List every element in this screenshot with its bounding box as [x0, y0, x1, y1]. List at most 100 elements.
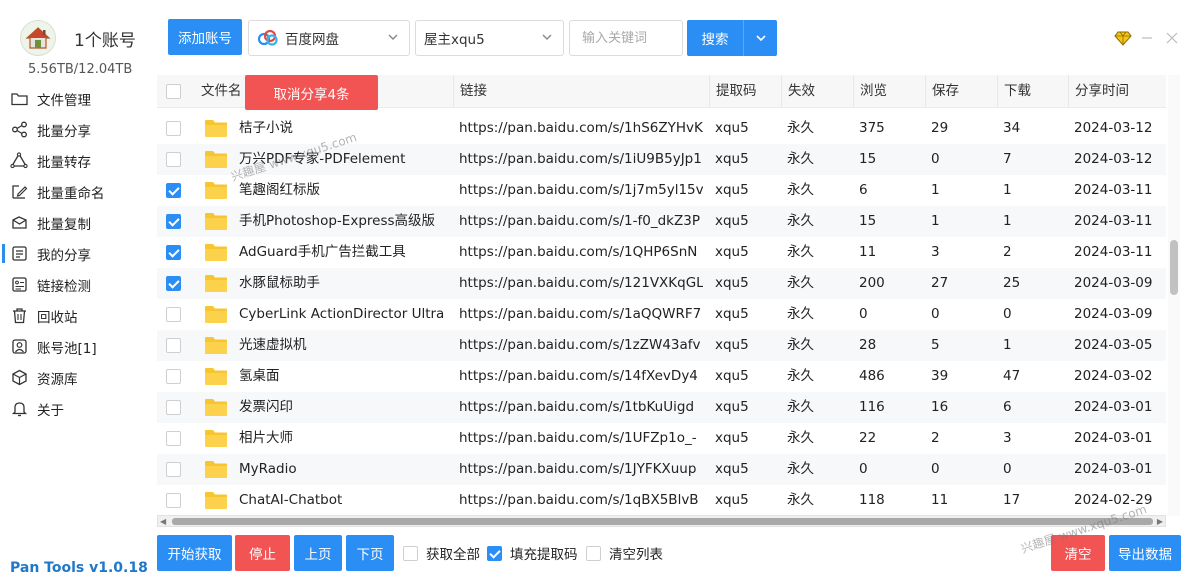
diamond-icon[interactable] [1113, 28, 1133, 48]
vertical-scroll-thumb[interactable] [1170, 240, 1178, 295]
table-row[interactable]: CyberLink ActionDirector Ultra https://pa… [157, 299, 1166, 330]
sidebar-item[interactable]: 批量复制 [0, 207, 152, 238]
table-row[interactable]: 光速虚拟机 https://pan.baidu.com/s/1zZW43afv xq… [157, 330, 1166, 361]
cancel-share-button[interactable]: 取消分享4条 [245, 75, 378, 110]
fetch-all-checkbox[interactable] [403, 545, 418, 561]
sidebar-item[interactable]: 资源库 [0, 362, 152, 393]
sidebar-item[interactable]: 链接检测 [0, 269, 152, 300]
sidebar-item[interactable]: 我的分享 [0, 238, 152, 269]
header-expire[interactable]: 失效 [781, 75, 815, 108]
cell-link[interactable]: https://pan.baidu.com/s/1JYFKXuup [459, 454, 703, 485]
pan-select-value: 百度网盘 [285, 32, 339, 48]
table-row[interactable]: ChatAI-Chatbot https://pan.baidu.com/s/1q… [157, 485, 1166, 516]
fill-code-option[interactable]: 填充提取码 [487, 543, 578, 563]
row-checkbox[interactable] [166, 462, 181, 477]
clear-list-option[interactable]: 清空列表 [586, 543, 663, 563]
chevron-down-icon [387, 31, 399, 47]
header-saves[interactable]: 保存 [925, 75, 959, 108]
clear-button[interactable]: 清空 [1051, 535, 1105, 571]
cell-link[interactable]: https://pan.baidu.com/s/14fXevDy4 [459, 361, 703, 392]
start-fetch-button[interactable]: 开始获取 [157, 535, 232, 571]
sidebar-item[interactable]: 回收站 [0, 300, 152, 331]
header-link[interactable]: 链接 [453, 75, 487, 108]
sidebar-item[interactable]: 文件管理 [0, 83, 152, 114]
row-checkbox[interactable] [166, 183, 181, 198]
horizontal-scrollbar[interactable]: ◀ ▶ [157, 515, 1166, 527]
row-checkbox[interactable] [166, 400, 181, 415]
row-checkbox[interactable] [166, 369, 181, 384]
cell-link[interactable]: https://pan.baidu.com/s/1qBX5BlvB [459, 485, 703, 516]
sidebar-item[interactable]: 账号池[1] [0, 331, 152, 362]
next-page-button[interactable]: 下页 [346, 535, 394, 571]
table-row[interactable]: 发票闪印 https://pan.baidu.com/s/1tbKuUigd xqu… [157, 392, 1166, 423]
table-row[interactable]: 氢桌面 https://pan.baidu.com/s/14fXevDy4 xqu5… [157, 361, 1166, 392]
table-row[interactable]: 桔子小说 https://pan.baidu.com/s/1hS6ZYHvK xqu… [157, 113, 1166, 144]
cell-expire: 永久 [787, 213, 814, 229]
row-checkbox[interactable] [166, 214, 181, 229]
folder-icon [204, 491, 228, 510]
table-row[interactable]: MyRadio https://pan.baidu.com/s/1JYFKXuup… [157, 454, 1166, 485]
scroll-right-icon[interactable]: ▶ [1157, 517, 1163, 526]
cell-expire: 永久 [787, 461, 814, 477]
select-all-checkbox[interactable] [166, 84, 181, 99]
row-checkbox[interactable] [166, 276, 181, 291]
cell-link[interactable]: https://pan.baidu.com/s/1zZW43afv [459, 330, 703, 361]
row-checkbox[interactable] [166, 121, 181, 136]
row-checkbox[interactable] [166, 307, 181, 322]
export-data-button[interactable]: 导出数据 [1109, 535, 1181, 571]
sidebar-item[interactable]: 批量转存 [0, 145, 152, 176]
cell-link[interactable]: https://pan.baidu.com/s/1QHP6SnN [459, 237, 703, 268]
account-header[interactable]: 1个账号 [20, 20, 136, 56]
row-checkbox[interactable] [166, 245, 181, 260]
header-share-time[interactable]: 分享时间 [1068, 75, 1129, 108]
sidebar-item[interactable]: 关于 [0, 393, 152, 424]
row-checkbox[interactable] [166, 493, 181, 508]
account-pool-icon [10, 338, 28, 356]
fetch-all-label: 获取全部 [426, 547, 480, 563]
header-downloads[interactable]: 下载 [997, 75, 1031, 108]
row-checkbox[interactable] [166, 431, 181, 446]
add-account-button[interactable]: 添加账号 [168, 19, 242, 55]
table-row[interactable]: 手机Photoshop-Express高级版 https://pan.baidu.… [157, 206, 1166, 237]
account-name: 1个账号 [74, 30, 136, 51]
header-code[interactable]: 提取码 [709, 75, 757, 108]
table-row[interactable]: 水豚鼠标助手 https://pan.baidu.com/s/121VXKqGL x… [157, 268, 1166, 299]
sidebar-item[interactable]: 批量分享 [0, 114, 152, 145]
cell-link[interactable]: https://pan.baidu.com/s/1j7m5yl15v [459, 175, 703, 206]
stop-button[interactable]: 停止 [235, 535, 290, 571]
cell-link[interactable]: https://pan.baidu.com/s/1hS6ZYHvK [459, 113, 703, 144]
cell-link[interactable]: https://pan.baidu.com/s/1aQQWRF7 [459, 299, 703, 330]
cell-filename: 笔趣阁红标版 [239, 182, 320, 198]
search-input[interactable] [569, 20, 683, 56]
cell-link[interactable]: https://pan.baidu.com/s/121VXKqGL [459, 268, 703, 299]
header-filename[interactable]: 文件名 [195, 75, 242, 108]
prev-page-button[interactable]: 上页 [294, 535, 342, 571]
cell-link[interactable]: https://pan.baidu.com/s/1UFZp1o_- [459, 423, 703, 454]
close-icon[interactable] [1162, 28, 1182, 48]
search-button[interactable]: 搜索 [687, 20, 743, 56]
cell-share-time: 2024-03-01 [1074, 461, 1153, 477]
minimize-icon[interactable] [1137, 28, 1157, 48]
search-dropdown-button[interactable] [743, 20, 777, 56]
pan-select[interactable]: 百度网盘 [248, 20, 410, 56]
table-row[interactable]: AdGuard手机广告拦截工具 https://pan.baidu.com/s/1… [157, 237, 1166, 268]
row-checkbox[interactable] [166, 152, 181, 167]
scroll-left-icon[interactable]: ◀ [160, 517, 166, 526]
user-select[interactable]: 屋主xqu5 [415, 20, 564, 56]
cell-link[interactable]: https://pan.baidu.com/s/1-f0_dkZ3P [459, 206, 703, 237]
row-checkbox[interactable] [166, 338, 181, 353]
header-views[interactable]: 浏览 [853, 75, 887, 108]
table-row[interactable]: 相片大师 https://pan.baidu.com/s/1UFZp1o_- xqu… [157, 423, 1166, 454]
horizontal-scroll-thumb[interactable] [172, 518, 1153, 525]
table-row[interactable]: 万兴PDF专家-PDFelement https://pan.baidu.com/… [157, 144, 1166, 175]
vertical-scrollbar[interactable] [1168, 75, 1180, 516]
table-row[interactable]: 笔趣阁红标版 https://pan.baidu.com/s/1j7m5yl15v… [157, 175, 1166, 206]
clear-list-checkbox[interactable] [586, 545, 601, 561]
cell-link[interactable]: https://pan.baidu.com/s/1tbKuUigd [459, 392, 703, 423]
sidebar-item-label: 我的分享 [37, 247, 91, 264]
fetch-all-option[interactable]: 获取全部 [403, 543, 480, 563]
fill-code-checkbox[interactable] [487, 545, 502, 561]
cell-views: 11 [859, 244, 877, 260]
cell-link[interactable]: https://pan.baidu.com/s/1iU9B5yJp1 [459, 144, 703, 175]
sidebar-item[interactable]: 批量重命名 [0, 176, 152, 207]
